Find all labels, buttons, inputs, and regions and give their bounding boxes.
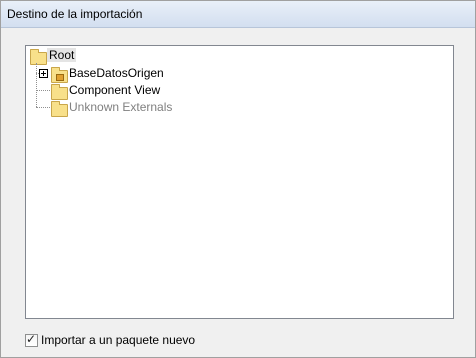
title-bar: Destino de la importación [1, 1, 475, 28]
tree-node-root[interactable]: Root [29, 48, 109, 65]
tree-node-label: Unknown Externals [69, 100, 173, 114]
new-package-checkbox[interactable]: ✓ [25, 332, 38, 347]
expand-plus-icon[interactable] [39, 69, 48, 78]
tree-connector [36, 107, 50, 108]
folder-icon [51, 101, 68, 117]
folder-icon [30, 49, 47, 65]
tree-node-basedatosorigen[interactable]: BaseDatosOrigen [39, 66, 189, 83]
tree-connector [36, 63, 37, 107]
new-package-label[interactable]: Importar a un paquete nuevo [41, 333, 195, 347]
package-folder-icon [51, 67, 68, 83]
tree-node-component-view[interactable]: Component View [51, 83, 191, 100]
import-destination-dialog: Destino de la importación Root BaseDatos… [0, 0, 476, 358]
checkmark-icon: ✓ [26, 332, 37, 346]
tree-node-label: BaseDatosOrigen [69, 66, 164, 80]
folder-icon [51, 84, 68, 100]
tree-node-unknown-externals[interactable]: Unknown Externals [51, 100, 191, 117]
tree-node-label: Component View [69, 83, 161, 97]
package-tree[interactable]: Root BaseDatosOrigen Component View Unkn… [25, 45, 454, 319]
tree-node-label: Root [47, 48, 77, 62]
dialog-title: Destino de la importación [7, 7, 143, 21]
tree-connector [36, 90, 50, 91]
